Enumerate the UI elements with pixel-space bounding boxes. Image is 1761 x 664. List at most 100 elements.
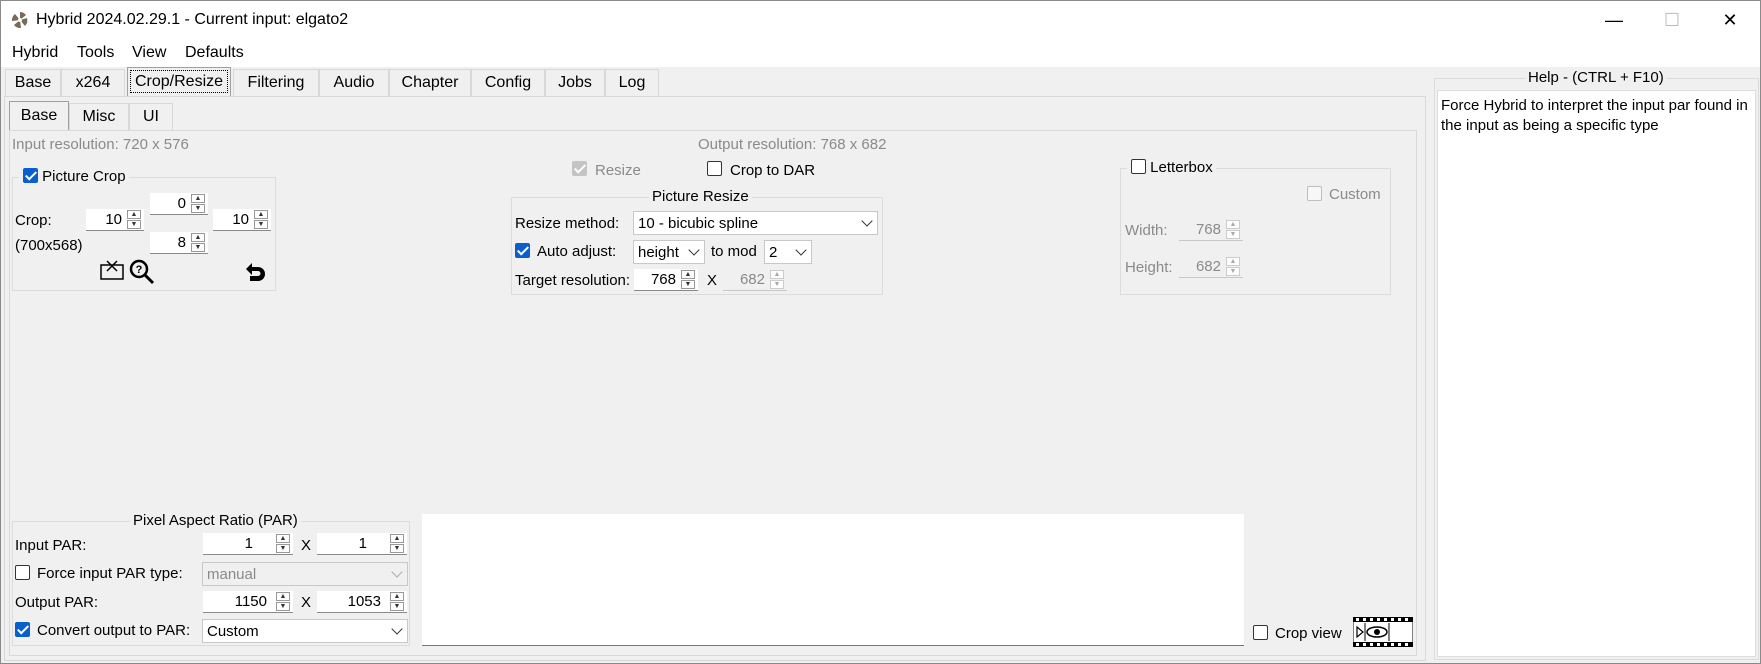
title-bar: Hybrid 2024.02.29.1 - Current input: elg… [1,1,1760,39]
to-mod-label: to mod [711,243,757,260]
letterbox-custom-label: Custom [1329,186,1381,203]
crop-size-label: (700x568) [15,237,83,254]
spin-down-icon[interactable]: ▼ [191,204,205,213]
film-preview-icon[interactable] [1353,617,1413,647]
spin-down-icon[interactable]: ▼ [770,280,784,289]
auto-crop-icon[interactable] [99,259,127,281]
preview-area [422,514,1244,646]
tab-crop-resize[interactable]: Crop/Resize [127,67,231,96]
convert-par-select[interactable]: Custom [202,619,408,643]
spin-up-icon[interactable]: ▲ [1226,257,1240,266]
resize-method-label: Resize method: [515,215,620,232]
crop-to-dar-checkbox[interactable] [707,161,722,176]
spin-down-icon[interactable]: ▼ [681,280,695,289]
auto-adjust-checkbox[interactable] [515,243,530,258]
crop-right-spinbox[interactable]: 10 ▲ ▼ [213,209,271,231]
subtab-base[interactable]: Base [9,101,69,130]
spin-down-icon[interactable]: ▼ [276,544,290,553]
close-icon: ✕ [1722,9,1738,30]
crop-view-checkbox[interactable] [1253,625,1268,640]
menu-tools[interactable]: Tools [77,44,114,62]
spin-up-icon[interactable]: ▲ [254,210,268,219]
chevron-down-icon [688,244,700,256]
crop-bottom-spinbox[interactable]: 8 ▲ ▼ [150,232,208,254]
force-par-label: Force input PAR type: [37,565,183,582]
auto-adjust-label: Auto adjust: [537,243,617,260]
subtab-ui[interactable]: UI [129,103,173,130]
spin-down-icon[interactable]: ▼ [276,602,290,611]
spin-up-icon[interactable]: ▲ [390,592,404,601]
picture-crop-header: Picture Crop [19,168,129,185]
spin-down-icon[interactable]: ▼ [390,602,404,611]
auto-adjust-select[interactable]: height [633,240,705,264]
menu-defaults[interactable]: Defaults [185,44,244,62]
spin-up-icon[interactable]: ▲ [1226,220,1240,229]
menu-bar: Hybrid Tools View Defaults [1,39,1760,67]
tab-log[interactable]: Log [605,69,659,96]
crop-left-spinbox[interactable]: 10 ▲ ▼ [86,209,144,231]
help-textbox[interactable]: Force Hybrid to interpret the input par … [1437,90,1756,657]
letterbox-width-spinbox[interactable]: 768 ▲ ▼ [1179,219,1243,241]
spin-down-icon[interactable]: ▼ [390,544,404,553]
spin-up-icon[interactable]: ▲ [390,534,404,543]
output-par-label: Output PAR: [15,594,99,611]
tab-x264[interactable]: x264 [61,69,125,96]
target-width-spinbox[interactable]: 768 ▲ ▼ [634,269,698,291]
minimize-button[interactable]: — [1585,1,1643,39]
spin-down-icon[interactable]: ▼ [1226,230,1240,239]
spin-up-icon[interactable]: ▲ [276,534,290,543]
crop-top-spinbox[interactable]: 0 ▲ ▼ [150,193,208,215]
spin-up-icon[interactable]: ▲ [191,233,205,242]
input-par-b-spinbox[interactable]: 1 ▲ ▼ [317,533,407,555]
menu-view[interactable]: View [132,44,166,62]
spin-up-icon[interactable]: ▲ [681,270,695,279]
convert-par-checkbox[interactable] [15,622,30,637]
maximize-button[interactable]: ☐ [1643,1,1701,39]
zoom-preview-icon[interactable]: ? [129,259,155,285]
resize-label: Resize [595,162,641,179]
letterbox-label: Letterbox [1150,159,1213,176]
menu-hybrid[interactable]: Hybrid [12,44,58,62]
input-par-label: Input PAR: [15,537,87,554]
force-par-select[interactable]: manual [202,562,408,586]
undo-icon[interactable] [242,259,270,283]
force-par-checkbox[interactable] [15,565,30,580]
spin-down-icon[interactable]: ▼ [191,243,205,252]
spin-down-icon[interactable]: ▼ [254,220,268,229]
app-window: Hybrid 2024.02.29.1 - Current input: elg… [0,0,1761,664]
input-par-a-spinbox[interactable]: 1 ▲ ▼ [203,533,293,555]
spin-up-icon[interactable]: ▲ [276,592,290,601]
tab-jobs[interactable]: Jobs [545,69,605,96]
spin-up-icon[interactable]: ▲ [191,194,205,203]
target-height-spinbox[interactable]: 682 ▲ ▼ [723,269,787,291]
help-text: Force Hybrid to interpret the input par … [1441,97,1748,134]
output-par-a-spinbox[interactable]: 1150 ▲ ▼ [203,591,293,613]
letterbox-checkbox[interactable] [1131,159,1146,174]
spin-down-icon[interactable]: ▼ [127,220,141,229]
crop-label: Crop: [15,212,52,229]
resize-method-select[interactable]: 10 - bicubic spline [633,211,878,235]
spin-up-icon[interactable]: ▲ [770,270,784,279]
minimize-icon: — [1605,9,1623,30]
target-x-label: X [707,272,718,289]
tab-chapter[interactable]: Chapter [389,69,471,96]
tab-base[interactable]: Base [5,69,61,96]
letterbox-height-spinbox[interactable]: 682 ▲ ▼ [1179,256,1243,278]
spin-down-icon[interactable]: ▼ [1226,267,1240,276]
chevron-down-icon [391,623,403,635]
close-button[interactable]: ✕ [1701,1,1759,39]
tab-filtering[interactable]: Filtering [233,69,319,96]
resize-checkbox[interactable] [572,161,587,176]
letterbox-custom-checkbox[interactable] [1307,186,1322,201]
subtab-misc[interactable]: Misc [69,103,129,130]
spin-up-icon[interactable]: ▲ [127,210,141,219]
mod-select[interactable]: 2 [764,240,812,264]
output-par-x: X [301,594,312,611]
convert-par-label: Convert output to PAR: [37,622,191,639]
tab-config[interactable]: Config [471,69,545,96]
output-par-b-spinbox[interactable]: 1053 ▲ ▼ [317,591,407,613]
crop-view-label: Crop view [1275,625,1342,642]
picture-crop-checkbox[interactable] [23,168,38,183]
tab-audio[interactable]: Audio [319,69,389,96]
maximize-icon: ☐ [1663,9,1681,30]
